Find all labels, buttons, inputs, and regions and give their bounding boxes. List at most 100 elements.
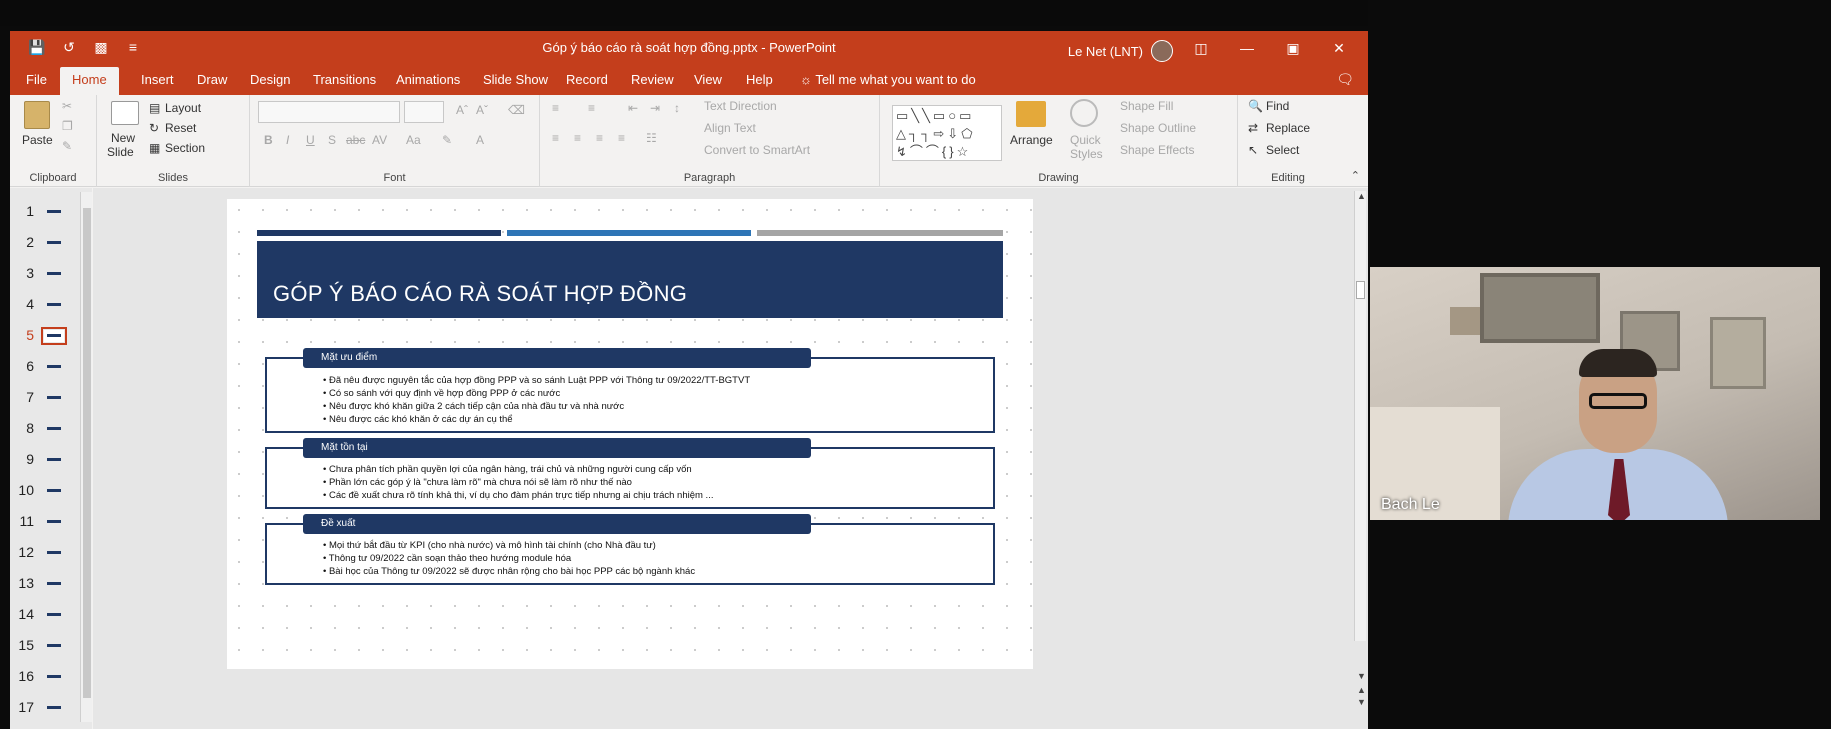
tab-review[interactable]: Review — [631, 72, 674, 87]
shape-effects-button[interactable]: Shape Effects — [1120, 143, 1195, 157]
tab-draw[interactable]: Draw — [197, 72, 227, 87]
italic-button[interactable]: I — [286, 133, 289, 147]
editor-scrollbar[interactable]: ▲ ▼ ▲ ▼ — [1354, 191, 1366, 707]
tab-insert[interactable]: Insert — [141, 72, 174, 87]
slide-thumbnail[interactable]: 3 — [10, 260, 76, 286]
paste-button[interactable]: Paste — [22, 133, 53, 147]
bullets-icon[interactable]: ≡ — [552, 101, 559, 115]
decrease-font-icon[interactable]: Aˇ — [476, 103, 488, 117]
maximize-icon[interactable]: ▣ — [1270, 31, 1316, 65]
layout-button[interactable]: Layout — [165, 101, 201, 115]
slide-thumbnail-preview[interactable] — [41, 327, 67, 345]
justify-icon[interactable]: ≡ — [618, 131, 625, 145]
tab-transitions[interactable]: Transitions — [313, 72, 376, 87]
new-slide-button-line2[interactable]: Slide — [107, 145, 134, 159]
convert-smartart-button[interactable]: Convert to SmartArt — [704, 143, 810, 157]
collapse-ribbon-icon[interactable]: ⌃ — [1351, 169, 1360, 182]
new-slide-icon[interactable] — [111, 101, 139, 125]
slide-thumbnail-preview[interactable] — [44, 392, 64, 404]
select-icon[interactable]: ↖ — [1248, 143, 1258, 157]
increase-font-icon[interactable]: Aˆ — [456, 103, 468, 117]
text-direction-button[interactable]: Text Direction — [704, 99, 777, 113]
quick-styles-icon[interactable] — [1070, 99, 1098, 127]
slide-thumbnail-preview[interactable] — [44, 237, 64, 249]
slide-thumbnail-preview[interactable] — [44, 640, 64, 652]
tab-home[interactable]: Home — [60, 67, 119, 95]
change-case-button[interactable]: Aa — [406, 133, 421, 147]
tell-me-search[interactable]: ☼ Tell me what you want to do — [800, 72, 976, 87]
increase-indent-icon[interactable]: ⇥ — [650, 101, 660, 115]
editor-scroll-thumb[interactable] — [1356, 281, 1365, 299]
previous-slide-icon[interactable]: ▲ — [1357, 685, 1366, 695]
font-size-combo[interactable] — [404, 101, 444, 123]
replace-icon[interactable]: ⇄ — [1248, 121, 1258, 135]
quick-styles-button[interactable]: Quick — [1070, 133, 1101, 147]
slide-thumbnail-preview[interactable] — [44, 268, 64, 280]
slide-thumbnail[interactable]: 8 — [10, 415, 76, 441]
tab-animations[interactable]: Animations — [396, 72, 460, 87]
reset-icon[interactable]: ↻ — [149, 121, 159, 135]
slide-thumbnail-preview[interactable] — [44, 671, 64, 683]
slide-thumbnail[interactable]: 9 — [10, 446, 76, 472]
paste-icon[interactable] — [24, 101, 50, 129]
thumbnails-scrollbar[interactable] — [80, 192, 92, 722]
align-right-icon[interactable]: ≡ — [596, 131, 603, 145]
slide-thumbnail[interactable]: 14 — [10, 601, 76, 627]
close-icon[interactable]: ✕ — [1316, 31, 1362, 65]
replace-button[interactable]: Replace — [1266, 121, 1310, 135]
align-center-icon[interactable]: ≡ — [574, 131, 581, 145]
numbering-icon[interactable]: ≡ — [588, 101, 595, 115]
slide-thumbnail-preview[interactable] — [44, 547, 64, 559]
tab-file[interactable]: File — [26, 72, 47, 87]
highlight-icon[interactable]: ✎ — [442, 133, 452, 147]
slide-canvas[interactable]: GÓP Ý BÁO CÁO RÀ SOÁT HỢP ĐỒNG Mặt ưu đi… — [227, 199, 1033, 669]
font-name-combo[interactable] — [258, 101, 400, 123]
layout-icon[interactable]: ▤ — [149, 101, 160, 115]
user-avatar[interactable] — [1151, 40, 1173, 62]
clear-format-icon[interactable]: ⌫ — [508, 103, 525, 117]
shape-fill-button[interactable]: Shape Fill — [1120, 99, 1173, 113]
slide-thumbnail-preview[interactable] — [44, 516, 64, 528]
comments-icon[interactable]: 🗨 — [1336, 71, 1354, 88]
scroll-up-arrow-icon[interactable]: ▲ — [1357, 191, 1366, 201]
slide-thumbnail[interactable]: 1 — [10, 198, 76, 224]
slide-thumbnail-preview[interactable] — [44, 454, 64, 466]
ribbon-display-icon[interactable]: ◫ — [1178, 31, 1224, 65]
scroll-down-arrow-icon[interactable]: ▼ — [1357, 671, 1366, 681]
slide-thumbnail[interactable]: 7 — [10, 384, 76, 410]
align-text-button[interactable]: Align Text — [704, 121, 756, 135]
strikethrough-button[interactable]: abc — [346, 133, 365, 147]
slide-thumbnail[interactable]: 4 — [10, 291, 76, 317]
copy-icon[interactable]: ❐ — [62, 119, 73, 133]
slide-thumbnail[interactable]: 2 — [10, 229, 76, 255]
slide-thumbnail-preview[interactable] — [44, 578, 64, 590]
section-icon[interactable]: ▦ — [149, 141, 160, 155]
user-account[interactable]: Le Net (LNT) — [1068, 40, 1173, 62]
slide-thumbnail-preview[interactable] — [44, 206, 64, 218]
format-painter-icon[interactable]: ✎ — [62, 139, 72, 153]
slide-thumbnail-preview[interactable] — [44, 485, 64, 497]
slide-title-block[interactable]: GÓP Ý BÁO CÁO RÀ SOÁT HỢP ĐỒNG — [257, 241, 1003, 318]
minimize-icon[interactable]: — — [1224, 31, 1270, 65]
slide-thumbnail-preview[interactable] — [44, 423, 64, 435]
cut-icon[interactable]: ✂ — [62, 99, 72, 113]
slide-thumbnail[interactable]: 13 — [10, 570, 76, 596]
participant-video-tile[interactable]: Bach Le — [1370, 267, 1820, 520]
char-spacing-button[interactable]: AV — [372, 133, 387, 147]
slide-thumbnail[interactable]: 17 — [10, 694, 76, 720]
slide-thumbnail[interactable]: 5 — [10, 322, 76, 348]
slide-thumbnail[interactable]: 16 — [10, 663, 76, 689]
slide-thumbnail-preview[interactable] — [44, 361, 64, 373]
arrange-icon[interactable] — [1016, 101, 1046, 127]
font-color-icon[interactable]: A — [476, 133, 484, 147]
find-button[interactable]: Find — [1266, 99, 1289, 113]
align-left-icon[interactable]: ≡ — [552, 131, 559, 145]
new-slide-button[interactable]: New — [111, 131, 135, 145]
slide-thumbnail[interactable]: 15 — [10, 632, 76, 658]
underline-button[interactable]: U — [306, 133, 315, 147]
shape-outline-button[interactable]: Shape Outline — [1120, 121, 1196, 135]
shapes-gallery[interactable]: ▭╲╲▭○▭ △┐┐⇨⇩⬠ ↯⌒⌒{}☆ — [892, 105, 1002, 161]
decrease-indent-icon[interactable]: ⇤ — [628, 101, 638, 115]
slide-thumbnail[interactable]: 11 — [10, 508, 76, 534]
section-button[interactable]: Section — [165, 141, 205, 155]
